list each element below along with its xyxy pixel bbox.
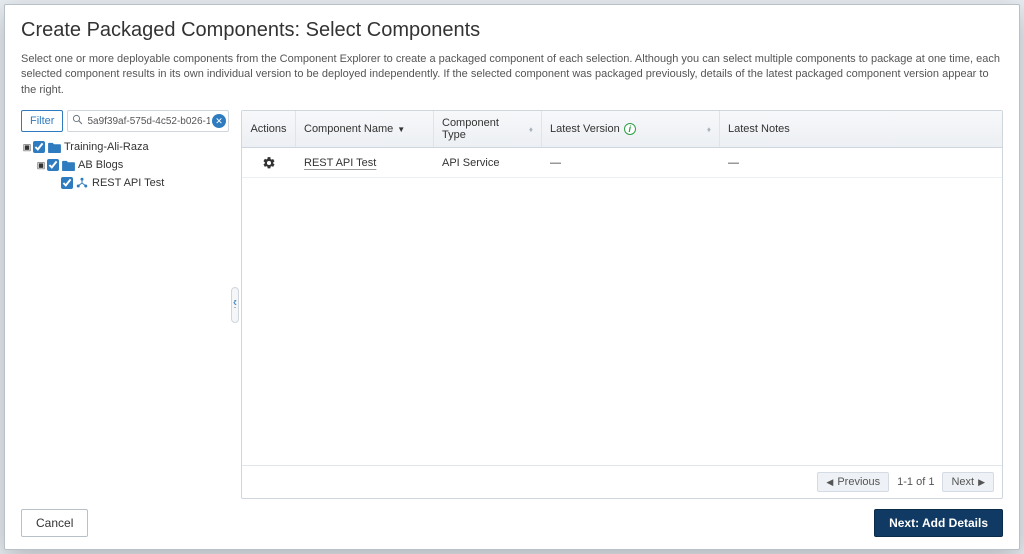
component-tree: ▣ Training-Ali-Raza ▣ AB Blogs [21, 138, 229, 192]
tree-node-folder[interactable]: ▣ AB Blogs [21, 156, 229, 174]
th-latest-notes[interactable]: Latest Notes [720, 111, 1002, 147]
dialog-title: Create Packaged Components: Select Compo… [21, 19, 1003, 42]
th-label: Actions [250, 123, 286, 135]
th-latest-version[interactable]: Latest Version i ♦ [542, 111, 720, 147]
filter-row: Filter ✕ [21, 110, 229, 132]
splitter[interactable]: ⋮ ‹ [229, 110, 241, 499]
th-component-type[interactable]: Component Type ♦ [434, 111, 542, 147]
table-row[interactable]: REST API Test API Service — — [242, 148, 1002, 178]
tree-label: AB Blogs [78, 159, 123, 171]
next-button[interactable]: Next ▶ [942, 472, 994, 492]
row-notes: — [720, 151, 1002, 175]
row-version: — [542, 151, 720, 175]
tree-label: REST API Test [92, 177, 164, 189]
th-label: Latest Notes [728, 123, 790, 135]
tree-node-component[interactable]: REST API Test [21, 174, 229, 192]
component-icon [75, 176, 89, 190]
info-icon[interactable]: i [624, 123, 636, 135]
th-component-name[interactable]: Component Name ▼ [296, 111, 434, 147]
search-icon [72, 114, 83, 128]
dialog-footer: Cancel Next: Add Details [21, 509, 1003, 537]
page-indicator: 1-1 of 1 [897, 476, 934, 488]
folder-icon [47, 140, 61, 154]
prev-button[interactable]: ◀ Previous [817, 472, 889, 492]
row-name[interactable]: REST API Test [304, 157, 376, 169]
sort-desc-icon: ▼ [397, 125, 405, 134]
collapse-icon[interactable]: ▣ [35, 160, 47, 171]
pager: ◀ Previous 1-1 of 1 Next ▶ [242, 465, 1002, 498]
dialog-instructions: Select one or more deployable components… [21, 52, 1003, 98]
folder-icon [61, 158, 75, 172]
th-actions: Actions [242, 111, 296, 147]
table-header: Actions Component Name ▼ Component Type … [242, 111, 1002, 148]
collapse-left-icon[interactable]: ‹ [233, 295, 237, 309]
components-table-panel: Actions Component Name ▼ Component Type … [241, 110, 1003, 499]
gear-icon[interactable] [262, 156, 276, 170]
tree-checkbox[interactable] [61, 177, 73, 189]
cancel-button[interactable]: Cancel [21, 509, 88, 537]
tree-checkbox[interactable] [33, 141, 45, 153]
dialog-body: Filter ✕ ▣ Training-Ali-Raza [21, 110, 1003, 499]
tree-checkbox[interactable] [47, 159, 59, 171]
th-label: Component Type [442, 117, 525, 141]
search-wrap: ✕ [67, 110, 229, 132]
search-input[interactable] [85, 115, 212, 128]
th-label: Component Name [304, 123, 393, 135]
th-label: Latest Version [550, 123, 620, 135]
tree-label: Training-Ali-Raza [64, 141, 149, 153]
chevron-right-icon: ▶ [978, 477, 985, 488]
next-add-details-button[interactable]: Next: Add Details [874, 509, 1003, 537]
sort-icon: ♦ [707, 125, 711, 134]
prev-label: Previous [837, 476, 880, 488]
dialog: Create Packaged Components: Select Compo… [4, 4, 1020, 550]
table-body: REST API Test API Service — — [242, 148, 1002, 465]
clear-search-icon[interactable]: ✕ [212, 114, 226, 128]
next-label: Next [951, 476, 974, 488]
sort-icon: ♦ [529, 125, 533, 134]
tree-node-root[interactable]: ▣ Training-Ali-Raza [21, 138, 229, 156]
chevron-left-icon: ◀ [826, 477, 833, 488]
collapse-icon[interactable]: ▣ [21, 142, 33, 153]
row-type: API Service [434, 151, 542, 175]
explorer-panel: Filter ✕ ▣ Training-Ali-Raza [21, 110, 229, 499]
filter-button[interactable]: Filter [21, 110, 63, 132]
